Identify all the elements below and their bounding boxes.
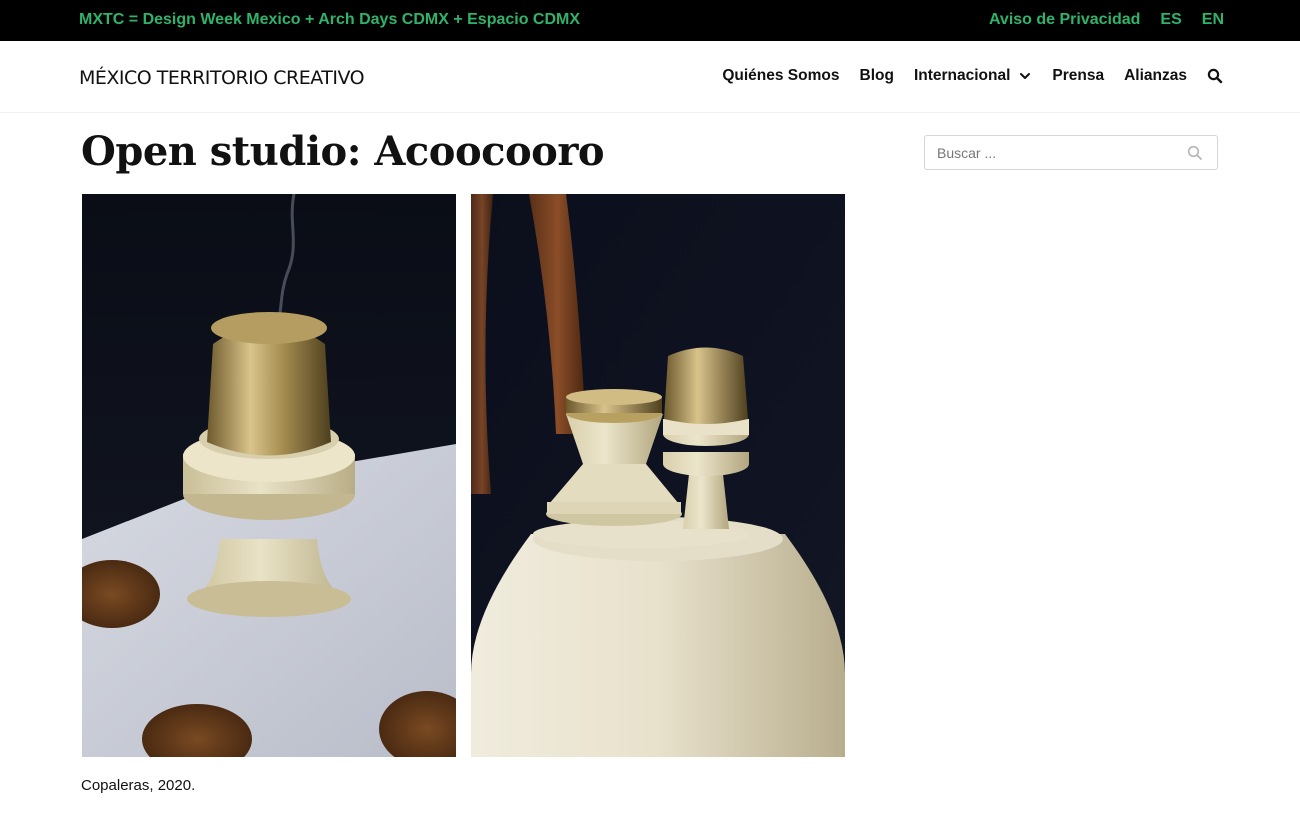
- language-en-link[interactable]: EN: [1202, 11, 1224, 29]
- language-es-link[interactable]: ES: [1160, 11, 1181, 29]
- nav-item-blog[interactable]: Blog: [860, 67, 894, 85]
- nav-item-label: Prensa: [1052, 67, 1105, 84]
- nav-item-press[interactable]: Prensa: [1052, 67, 1104, 85]
- sidebar-search: [924, 135, 1218, 170]
- main-nav: Quiénes Somos Blog Internacional Prensa …: [722, 67, 1223, 85]
- site-header: MÉXICO TERRITORIO CREATIVO Quiénes Somos…: [0, 41, 1300, 113]
- search-input[interactable]: [925, 136, 1185, 169]
- search-icon[interactable]: [1207, 68, 1223, 84]
- page-title: Open studio: Acoocooro: [81, 128, 605, 175]
- search-icon[interactable]: [1187, 145, 1203, 161]
- top-bar: MXTC = Design Week Mexico + Arch Days CD…: [0, 0, 1300, 41]
- top-bar-links: Aviso de Privacidad ES EN: [989, 11, 1224, 29]
- site-logo[interactable]: MÉXICO TERRITORIO CREATIVO: [79, 67, 365, 89]
- nav-item-label: Blog: [859, 67, 894, 84]
- nav-item-label: Internacional: [913, 67, 1011, 84]
- gallery-image-right[interactable]: [471, 194, 845, 757]
- privacy-link[interactable]: Aviso de Privacidad: [989, 11, 1140, 29]
- nav-item-alliances[interactable]: Alianzas: [1124, 67, 1187, 85]
- nav-item-international[interactable]: Internacional: [914, 67, 1032, 85]
- promo-text[interactable]: MXTC = Design Week Mexico + Arch Days CD…: [79, 11, 580, 29]
- chevron-down-icon[interactable]: [1018, 69, 1032, 83]
- image-caption: Copaleras, 2020.: [81, 777, 196, 794]
- gallery-image-left[interactable]: [82, 194, 456, 757]
- nav-item-label: Alianzas: [1124, 67, 1187, 84]
- nav-item-about[interactable]: Quiénes Somos: [722, 67, 839, 85]
- nav-item-label: Quiénes Somos: [722, 67, 840, 84]
